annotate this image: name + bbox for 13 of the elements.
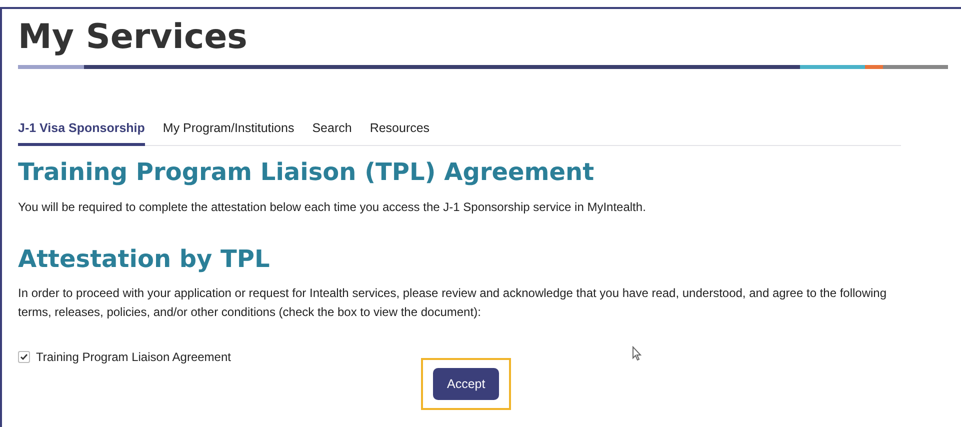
tab[interactable]: My Program/Institutions (162, 121, 294, 146)
checkbox[interactable] (18, 351, 30, 363)
tab[interactable]: Resources (370, 121, 430, 146)
tab[interactable]: J-1 Visa Sponsorship (18, 121, 145, 146)
section-heading: Attestation by TPL (18, 244, 270, 275)
page-title: My Services (18, 16, 248, 59)
accept-button[interactable]: Accept (433, 368, 500, 400)
tab[interactable]: Search (312, 121, 352, 146)
checkbox-label[interactable]: Training Program Liaison Agreement (36, 350, 231, 364)
cursor-icon (632, 346, 642, 361)
section-heading: Training Program Liaison (TPL) Agreement (18, 157, 594, 188)
attestation-text: In order to proceed with your application or request for Intealth services, please review and acknowledge that you have read, understood, and agree to the following terms, releases, policies, and/or other conditions (check the box to view the document): (18, 285, 888, 321)
intro-text: You will be required to complete the attestation below each time you access the J-1 Sponsorship service in MyIntealth. (18, 199, 647, 216)
